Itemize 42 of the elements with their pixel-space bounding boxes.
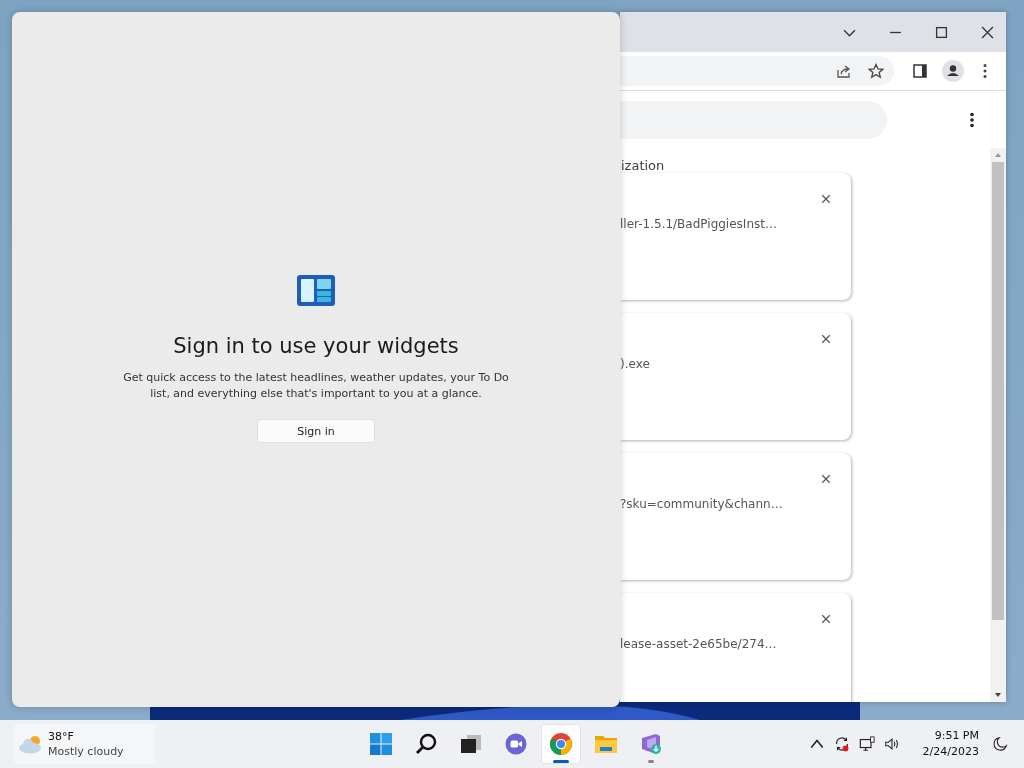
scrollbar[interactable]	[990, 148, 1006, 702]
video-chat-icon	[504, 732, 528, 756]
download-url[interactable]: ller-1.5.1/BadPiggiesInst…	[620, 217, 851, 231]
installer-icon	[639, 732, 663, 756]
clock[interactable]: 9:51 PM 2/24/2023	[922, 728, 979, 760]
maximize-icon[interactable]	[935, 25, 948, 39]
profile-icon[interactable]	[942, 60, 964, 82]
widgets-heading: Sign in to use your widgets	[173, 334, 459, 358]
search-field[interactable]	[620, 100, 887, 139]
close-icon[interactable]	[821, 194, 831, 204]
close-icon[interactable]	[821, 474, 831, 484]
weather-condition: Mostly cloudy	[48, 744, 124, 759]
partly-cloudy-icon	[18, 734, 44, 754]
menu-icon[interactable]	[983, 63, 987, 79]
page-heading: ization	[620, 158, 666, 173]
search-icon	[414, 732, 438, 756]
weather-widget[interactable]: 38°F Mostly cloudy	[14, 724, 155, 764]
widgets-icon	[296, 273, 336, 307]
widgets-description: Get quick access to the latest headlines, weather updates, your To Do list, and everything else that's important to you at a glance.	[122, 370, 510, 402]
download-url[interactable]: ?sku=community&chann…	[620, 497, 851, 511]
scroll-down-icon[interactable]	[994, 692, 1002, 698]
share-icon[interactable]	[836, 63, 852, 79]
close-icon[interactable]	[821, 334, 831, 344]
volume-icon[interactable]	[883, 736, 900, 752]
browser-icon	[549, 732, 573, 756]
clock-time: 9:51 PM	[934, 728, 979, 744]
task-view-icon	[459, 732, 483, 756]
close-icon[interactable]	[981, 25, 994, 39]
side-panel-icon[interactable]	[912, 63, 928, 79]
download-url[interactable]: lease-asset-2e65be/274…	[620, 637, 851, 651]
clock-date: 2/24/2023	[922, 744, 979, 760]
windows-logo-icon	[369, 732, 393, 756]
moon-icon[interactable]	[992, 736, 1008, 752]
close-icon[interactable]	[821, 614, 831, 624]
star-icon[interactable]	[868, 63, 884, 79]
temperature: 38°F	[48, 729, 75, 744]
network-icon[interactable]	[858, 736, 875, 752]
download-url[interactable]: ).exe	[620, 357, 851, 371]
sign-in-button[interactable]: Sign in	[257, 419, 375, 443]
sync-icon[interactable]	[833, 736, 850, 752]
more-options-icon[interactable]	[970, 111, 974, 128]
chrome-taskbar-button[interactable]	[541, 724, 581, 764]
